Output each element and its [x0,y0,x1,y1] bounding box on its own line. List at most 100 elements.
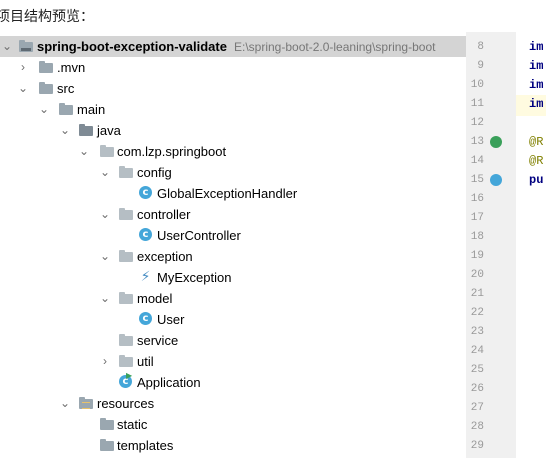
tree-label: GlobalExceptionHandler [157,186,298,201]
line-number: 28 [470,421,484,433]
line-number: 22 [470,307,484,319]
tree-row-main[interactable]: ⌄ main [0,99,466,120]
tree-label: model [137,291,173,306]
code-line: im [529,59,544,73]
tree-row-static[interactable]: static [0,414,466,435]
chevron-down-icon[interactable]: ⌄ [98,165,112,179]
tree-row-model[interactable]: ⌄ model [0,288,466,309]
tree-row-application[interactable]: c ▶ Application [0,372,466,393]
line-number: 20 [470,269,484,281]
chevron-right-icon[interactable]: › [16,60,30,74]
tree-row-util[interactable]: › util [0,351,466,372]
line-number: 17 [470,212,484,224]
tree-row-src[interactable]: ⌄ src [0,78,466,99]
line-number: 21 [470,288,484,300]
line-number: 13 [470,136,484,148]
tree-row-templates[interactable]: templates [0,435,466,456]
tree-row-global-exception-handler[interactable]: c GlobalExceptionHandler [0,183,466,204]
line-number: 24 [470,345,484,357]
tree-row-java[interactable]: ⌄ java [0,120,466,141]
tree-label: UserController [157,228,241,243]
line-number: 26 [470,383,484,395]
package-icon [99,144,115,159]
tree-label: controller [137,207,191,222]
tree-label: exception [137,249,193,264]
tree-row-user[interactable]: c User [0,309,466,330]
line-number: 12 [470,117,484,129]
line-number: 9 [477,60,484,72]
tree-label: MyException [157,270,232,285]
chevron-down-icon[interactable]: ⌄ [16,81,30,95]
tree-label: src [57,81,75,96]
code-line: @R [529,154,544,168]
folder-icon [99,417,115,432]
package-icon [118,249,134,264]
chevron-down-icon[interactable]: ⌄ [58,123,72,137]
code-line: @R [529,135,544,149]
line-number: 19 [470,250,484,262]
package-icon [118,207,134,222]
tree-row-resources[interactable]: ⌄ resources [0,393,466,414]
editor-gutter[interactable]: 8 9 10 11 12 13 14 15 16 17 18 19 20 21 … [466,32,516,458]
tree-row-config[interactable]: ⌄ config [0,162,466,183]
package-icon [118,333,134,348]
folder-icon [58,102,74,117]
tree-row-exception[interactable]: ⌄ exception [0,246,466,267]
folder-icon [38,60,54,75]
chevron-down-icon[interactable]: ⌄ [37,102,51,116]
code-line: pu [529,173,544,187]
line-number: 18 [470,231,484,243]
code-editor[interactable]: im im im im @R @R pu [516,32,546,458]
tree-row-service[interactable]: service [0,330,466,351]
tree-row-package-root[interactable]: ⌄ com.lzp.springboot [0,141,466,162]
folder-icon [38,81,54,96]
tree-row-my-exception[interactable]: ⚡ MyException [0,267,466,288]
project-folder-icon [18,39,34,54]
chevron-down-icon[interactable]: ⌄ [58,396,72,410]
tree-label: main [77,102,106,117]
page-caption: 项目结构预览： [0,0,546,32]
caption-text: 项目结构预览： [0,8,94,24]
line-number: 27 [470,402,484,414]
exception-class-icon: ⚡ [140,268,151,284]
tree-label: config [137,165,172,180]
tree-row-project-root[interactable]: ⌄ spring-boot-exception-validate E:\spri… [0,36,466,57]
code-line: im [529,97,544,111]
tree-row-controller[interactable]: ⌄ controller [0,204,466,225]
chevron-right-icon[interactable]: › [98,354,112,368]
line-number: 16 [470,193,484,205]
source-folder-icon [78,123,94,138]
class-icon: c [139,312,152,325]
project-name: spring-boot-exception-validate [37,39,227,54]
chevron-down-icon[interactable]: ⌄ [0,39,14,53]
chevron-down-icon[interactable]: ⌄ [98,207,112,221]
tree-label: templates [117,438,174,453]
tree-label: service [137,333,179,348]
tree-label: com.lzp.springboot [117,144,227,159]
spring-bean-gutter-icon[interactable] [490,136,502,148]
tree-label: java [97,123,121,138]
chevron-down-icon[interactable]: ⌄ [77,144,91,158]
code-line: im [529,78,544,92]
package-icon [118,165,134,180]
chevron-down-icon[interactable]: ⌄ [98,291,112,305]
project-tree[interactable]: ⌄ spring-boot-exception-validate E:\spri… [0,32,466,458]
tree-label: Application [137,375,201,390]
line-number: 29 [470,440,484,452]
line-number: 14 [470,155,484,167]
tree-label: User [157,312,185,327]
spring-boot-gutter-icon[interactable] [490,174,502,186]
folder-icon [99,438,115,453]
tree-label: .mvn [57,60,86,75]
package-icon [118,354,134,369]
code-line: im [529,40,544,54]
line-number: 10 [470,79,484,91]
tree-row-user-controller[interactable]: c UserController [0,225,466,246]
tree-label: static [117,417,148,432]
line-number: 25 [470,364,484,376]
tree-row-mvn[interactable]: › .mvn [0,57,466,78]
line-number: 23 [470,326,484,338]
class-icon: c [139,228,152,241]
line-number: 11 [470,98,484,110]
chevron-down-icon[interactable]: ⌄ [98,249,112,263]
